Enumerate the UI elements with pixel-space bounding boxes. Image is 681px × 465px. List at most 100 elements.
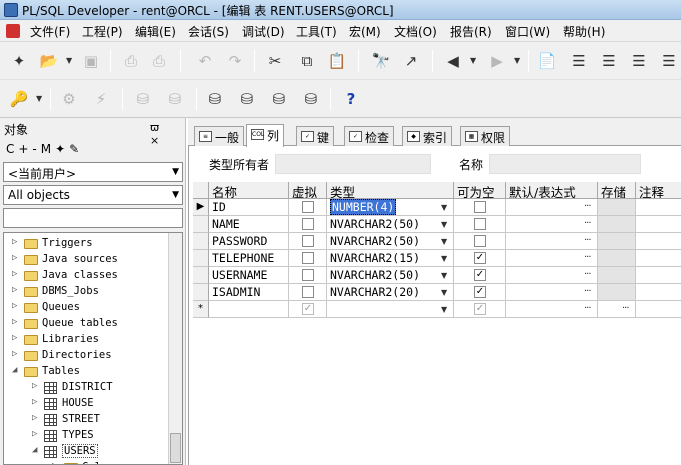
object-filter-select[interactable]: All objects ▼ [3, 185, 183, 205]
row-indicator[interactable] [193, 284, 209, 301]
storage-cell[interactable] [598, 250, 636, 267]
db-connect-icon[interactable]: ⛁ [204, 89, 226, 109]
collapsed-arrow-icon[interactable]: ▷ [52, 461, 57, 464]
mdi-document-icon[interactable] [6, 24, 20, 38]
comments-cell[interactable] [636, 216, 681, 233]
chevron-down-icon[interactable]: ▼ [441, 288, 447, 297]
virtual-checkbox[interactable] [302, 252, 314, 264]
column-type-cell[interactable]: NVARCHAR2(15) [327, 250, 454, 267]
storage-cell[interactable] [598, 216, 636, 233]
header-nullable[interactable]: 可为空 [454, 182, 506, 199]
object-tree[interactable]: ▷ Triggers ▷ Java sources ▷ Java classes ▷ DBMS… [3, 232, 183, 465]
key-icon[interactable]: 🔑 [8, 89, 30, 109]
tree-node-queue-tables[interactable]: ▷ Queue tables [4, 316, 169, 332]
tree-node-users[interactable]: ◢ USERS [4, 444, 169, 460]
menu-reports[interactable]: 报告(R) [450, 23, 492, 40]
ellipsis-button[interactable]: ··· [584, 218, 591, 229]
comments-cell[interactable] [636, 199, 681, 216]
tree-node-libraries[interactable]: ▷ Libraries [4, 332, 169, 348]
unindent-icon[interactable]: ☰ [598, 51, 620, 71]
cut-icon[interactable]: ✂ [264, 51, 286, 71]
back-icon[interactable]: ◀ [442, 51, 464, 71]
comments-cell[interactable] [636, 284, 681, 301]
storage-cell[interactable] [598, 233, 636, 250]
comments-cell[interactable] [636, 233, 681, 250]
collapsed-arrow-icon[interactable]: ▷ [12, 301, 17, 311]
column-type-cell[interactable]: NVARCHAR2(50) [327, 216, 454, 233]
open-folder-icon[interactable]: 📂 [38, 51, 60, 71]
expanded-arrow-icon[interactable]: ◢ [12, 365, 17, 375]
tree-node-directories[interactable]: ▷ Directories [4, 348, 169, 364]
menu-help[interactable]: 帮助(H) [563, 23, 605, 40]
ellipsis-button[interactable]: ··· [584, 269, 591, 280]
save-icon[interactable]: ▣ [80, 51, 102, 71]
collapsed-arrow-icon[interactable]: ▷ [32, 429, 37, 439]
column-type-cell[interactable]: NVARCHAR2(20) [327, 284, 454, 301]
forward-icon[interactable]: ▶ [486, 51, 508, 71]
nullable-checkbox[interactable]: ✓ [474, 286, 486, 298]
chevron-down-icon[interactable]: ▼ [441, 305, 447, 314]
chevron-down-icon[interactable]: ▼ [441, 220, 447, 229]
nullable-checkbox[interactable]: ✓ [474, 269, 486, 281]
ellipsis-button[interactable]: ··· [584, 286, 591, 297]
collapsed-arrow-icon[interactable]: ▷ [12, 285, 17, 295]
panel-action-icons[interactable]: C+-M✦✎ [6, 142, 83, 156]
menu-edit[interactable]: 编辑(E) [135, 23, 176, 40]
virtual-checkbox[interactable]: ✓ [302, 303, 314, 315]
db-sql-icon[interactable]: ⛁ [236, 89, 258, 109]
forward-dropdown-icon[interactable]: ▼ [514, 56, 520, 65]
header-default[interactable]: 默认/表达式 [506, 182, 598, 199]
open-dropdown-icon[interactable]: ▼ [66, 56, 72, 65]
uncomment-icon[interactable]: ☰ [658, 51, 680, 71]
copy-icon[interactable]: ⧉ [296, 51, 318, 71]
tree-node-dbms_jobs[interactable]: ▷ DBMS_Jobs [4, 284, 169, 300]
undo-icon[interactable]: ↶ [194, 51, 216, 71]
row-indicator[interactable] [193, 216, 209, 233]
tab-keys[interactable]: ✓ 键 [296, 126, 335, 146]
collapsed-arrow-icon[interactable]: ▷ [32, 397, 37, 407]
indent-icon[interactable]: ☰ [568, 51, 590, 71]
menu-debug[interactable]: 调试(D) [242, 23, 285, 40]
chevron-down-icon[interactable]: ▼ [441, 203, 447, 212]
nullable-checkbox[interactable] [474, 235, 486, 247]
tree-node-street[interactable]: ▷ STREET [4, 412, 169, 428]
menu-project[interactable]: 工程(P) [82, 23, 123, 40]
tree-node-district[interactable]: ▷ DISTRICT [4, 380, 169, 396]
collapsed-arrow-icon[interactable]: ▷ [12, 349, 17, 359]
break-icon[interactable]: ⚡ [90, 89, 112, 109]
type-name-field[interactable] [489, 154, 641, 174]
tree-node-tables[interactable]: ◢ Tables [4, 364, 169, 380]
tree-node-queues[interactable]: ▷ Queues [4, 300, 169, 316]
chevron-down-icon[interactable]: ▼ [441, 254, 447, 263]
storage-cell[interactable] [598, 301, 636, 318]
menu-window[interactable]: 窗口(W) [505, 23, 550, 40]
header-virtual[interactable]: 虚拟 [289, 182, 327, 199]
tree-scrollbar-thumb[interactable] [170, 433, 181, 463]
row-indicator[interactable] [193, 250, 209, 267]
column-name-cell[interactable]: PASSWORD [209, 233, 289, 250]
nullable-checkbox[interactable] [474, 201, 486, 213]
expanded-arrow-icon[interactable]: ◢ [32, 445, 37, 455]
column-name-cell[interactable]: USERNAME [209, 267, 289, 284]
row-indicator[interactable] [193, 267, 209, 284]
print-icon[interactable]: ⎙ [120, 51, 142, 71]
header-name[interactable]: 名称 [209, 182, 289, 199]
menu-tools[interactable]: 工具(T) [296, 23, 337, 40]
back-dropdown-icon[interactable]: ▼ [470, 56, 476, 65]
tree-node-types[interactable]: ▷ TYPES [4, 428, 169, 444]
document-check-icon[interactable]: 📄 [536, 51, 558, 71]
tab-columns[interactable]: COL 列 [246, 124, 285, 147]
redo-icon[interactable]: ↷ [224, 51, 246, 71]
collapsed-arrow-icon[interactable]: ▷ [12, 333, 17, 343]
type-owner-field[interactable] [275, 154, 431, 174]
tab-general[interactable]: ≡ 一般 [194, 126, 245, 146]
row-indicator[interactable]: ▶ [193, 199, 209, 216]
chevron-down-icon[interactable]: ▼ [441, 237, 447, 246]
virtual-checkbox[interactable] [302, 286, 314, 298]
ellipsis-button[interactable]: ··· [584, 303, 591, 314]
db-explain-icon[interactable]: ⛁ [268, 89, 290, 109]
nullable-checkbox[interactable]: ✓ [474, 303, 486, 315]
menu-file[interactable]: 文件(F) [30, 23, 70, 40]
tab-checks[interactable]: ✓ 检查 [344, 126, 395, 146]
owner-filter-select[interactable]: <当前用户> ▼ [3, 162, 183, 182]
